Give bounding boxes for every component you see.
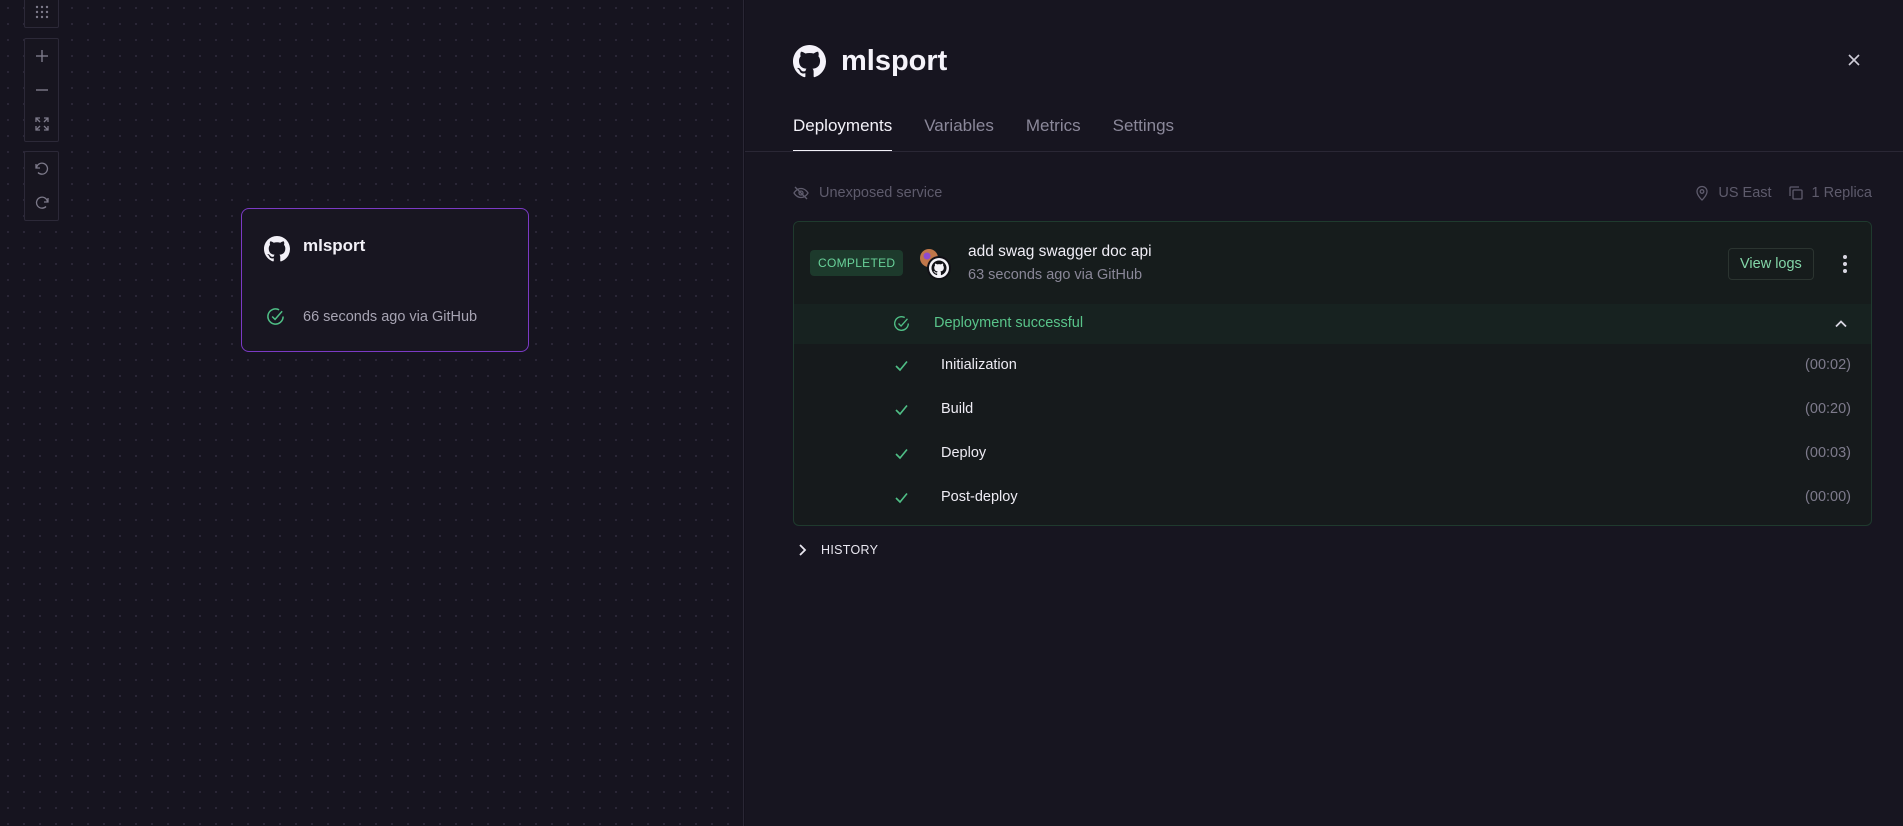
zoom-in-icon bbox=[35, 50, 48, 62]
zoom-out-button[interactable] bbox=[25, 73, 58, 107]
panel-tabs: Deployments Variables Metrics Settings bbox=[793, 116, 1174, 152]
region-info: US East bbox=[1694, 185, 1772, 201]
eye-off-icon bbox=[793, 186, 809, 200]
check-icon bbox=[895, 404, 908, 416]
grid-icon bbox=[35, 5, 48, 19]
map-pin-icon bbox=[1696, 185, 1709, 201]
step-duration: (00:20) bbox=[1805, 401, 1851, 417]
check-icon bbox=[895, 492, 908, 504]
panel-title: mlsport bbox=[841, 45, 948, 77]
redo-button[interactable] bbox=[25, 186, 58, 220]
tab-variables[interactable]: Variables bbox=[924, 116, 994, 152]
github-icon bbox=[793, 45, 826, 78]
view-logs-button[interactable]: View logs bbox=[1728, 248, 1814, 280]
check-icon bbox=[895, 360, 908, 372]
canvas[interactable]: mlsport 66 seconds ago via GitHub bbox=[0, 0, 744, 826]
service-meta: US East 1 Replica bbox=[1694, 185, 1872, 201]
service-card-name: mlsport bbox=[303, 236, 366, 255]
service-card[interactable]: mlsport 66 seconds ago via GitHub bbox=[241, 208, 529, 352]
toolbar-top-group bbox=[24, 0, 59, 28]
deployment-result: Deployment successful bbox=[934, 315, 1084, 331]
step-row: Initialization (00:02) bbox=[794, 344, 1871, 388]
fit-view-icon bbox=[34, 117, 49, 131]
tabs-divider bbox=[745, 151, 1903, 152]
service-panel: mlsport Deployments Variables Metrics Se… bbox=[745, 0, 1903, 826]
undo-icon bbox=[34, 162, 48, 175]
service-card-status: 66 seconds ago via GitHub bbox=[303, 309, 478, 325]
step-row: Deploy (00:03) bbox=[794, 432, 1871, 476]
deployment-card[interactable]: COMPLETED add swag swagger doc api 63 se… bbox=[793, 221, 1872, 526]
region-label: US East bbox=[1718, 185, 1772, 201]
more-vertical-icon[interactable] bbox=[1837, 253, 1853, 275]
grid-button[interactable] bbox=[25, 0, 58, 27]
check-circle-icon bbox=[267, 308, 284, 325]
close-icon[interactable] bbox=[1845, 51, 1863, 69]
zoom-out-icon bbox=[35, 89, 48, 91]
deployment-header: COMPLETED add swag swagger doc api 63 se… bbox=[794, 222, 1871, 304]
step-duration: (00:00) bbox=[1805, 489, 1851, 505]
tab-metrics[interactable]: Metrics bbox=[1026, 116, 1081, 152]
tab-settings[interactable]: Settings bbox=[1113, 116, 1174, 152]
step-duration: (00:02) bbox=[1805, 357, 1851, 373]
tab-deployments[interactable]: Deployments bbox=[793, 116, 893, 152]
deployment-steps: Initialization (00:02) Build (00:20) Dep… bbox=[794, 344, 1871, 520]
deployment-result-row[interactable]: Deployment successful bbox=[794, 304, 1871, 344]
step-label: Deploy bbox=[941, 445, 987, 461]
undo-button[interactable] bbox=[25, 152, 58, 186]
redo-icon bbox=[35, 196, 49, 209]
exposure-label: Unexposed service bbox=[819, 185, 943, 201]
check-circle-icon bbox=[894, 316, 909, 331]
chevron-up-icon[interactable] bbox=[1834, 317, 1848, 331]
fit-view-button[interactable] bbox=[25, 107, 58, 141]
chevron-right-icon bbox=[799, 544, 807, 556]
step-row: Build (00:20) bbox=[794, 388, 1871, 432]
avatar bbox=[920, 249, 951, 280]
exposure-status: Unexposed service bbox=[793, 185, 942, 201]
zoom-in-button[interactable] bbox=[25, 39, 58, 73]
replica-info: 1 Replica bbox=[1788, 185, 1872, 201]
step-label: Post-deploy bbox=[941, 489, 1018, 505]
toolbar-history-group bbox=[24, 151, 59, 221]
toolbar-zoom-group bbox=[24, 38, 59, 142]
check-icon bbox=[895, 448, 908, 460]
step-label: Build bbox=[941, 401, 974, 417]
copy-icon bbox=[1788, 186, 1803, 200]
step-label: Initialization bbox=[941, 357, 1017, 373]
status-badge: COMPLETED bbox=[810, 250, 904, 276]
commit-message: add swag swagger doc api bbox=[968, 243, 1152, 260]
step-row: Post-deploy (00:00) bbox=[794, 476, 1871, 520]
replica-label: 1 Replica bbox=[1811, 185, 1872, 201]
history-toggle[interactable]: HISTORY bbox=[795, 543, 878, 557]
github-icon bbox=[264, 236, 290, 262]
history-label: HISTORY bbox=[821, 543, 879, 557]
step-duration: (00:03) bbox=[1805, 445, 1851, 461]
commit-subtitle: 63 seconds ago via GitHub bbox=[968, 267, 1143, 283]
